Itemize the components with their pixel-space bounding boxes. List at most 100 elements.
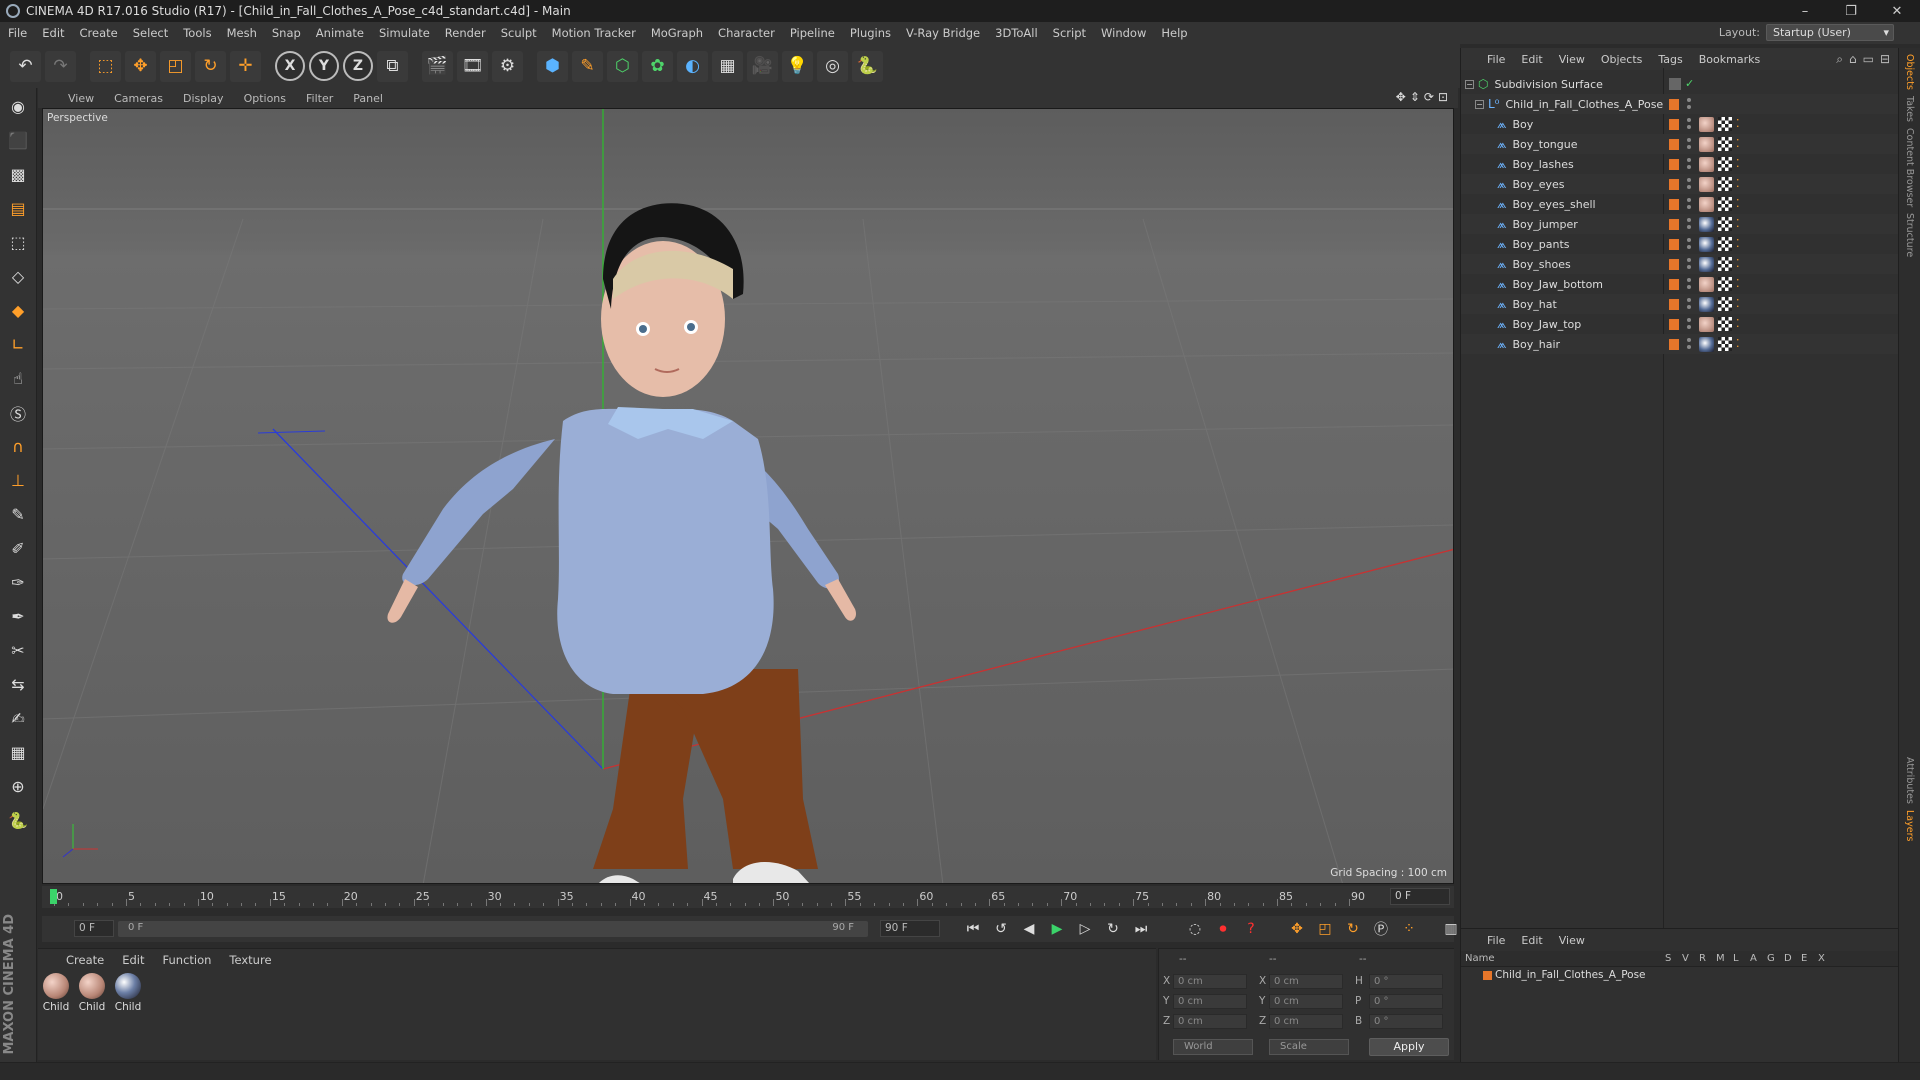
collapse-icon[interactable]: − [1465,79,1474,89]
uvw-tag-icon[interactable] [1718,257,1732,271]
layer-flag[interactable] [1669,179,1679,190]
playhead[interactable] [50,889,57,904]
material-swatch[interactable]: Child [78,973,106,1013]
object-menu-objects[interactable]: Objects [1601,53,1643,66]
object-menu-file[interactable]: File [1487,53,1505,66]
render-visibility-dot[interactable] [1687,105,1691,109]
menu-edit[interactable]: Edit [42,26,64,40]
render-visibility-dot[interactable] [1687,245,1691,249]
tab-objects[interactable]: Objects [1904,54,1915,90]
rotate-tool-icon[interactable]: ↻ [195,50,226,82]
knife-icon[interactable]: ✂ [3,635,34,666]
layer-flag[interactable] [1669,259,1679,270]
render-visibility-dot[interactable] [1687,165,1691,169]
tree-row-object[interactable]: ⩕ Boy_pants ⁚ [1461,234,1899,254]
points-mode-icon[interactable]: ⬚ [3,227,34,258]
autokeying-icon[interactable]: ? [1240,918,1262,940]
snap-icon[interactable]: Ⓢ [3,397,34,428]
tree-row-object[interactable]: ⩕ Boy_hair ⁚ [1461,334,1899,354]
tree-row-object[interactable]: ⩕ Boy_hat ⁚ [1461,294,1899,314]
layer-flag[interactable] [1669,99,1679,110]
record-active-objects-icon[interactable]: ⏺ [1212,918,1234,940]
column-expressions[interactable]: E [1801,953,1807,964]
material-tag-icon[interactable] [1699,236,1714,252]
tree-row-object[interactable]: ⩕ Boy_Jaw_top ⁚ [1461,314,1899,334]
material-menu-create[interactable]: Create [66,953,104,967]
menu-sculpt[interactable]: Sculpt [501,26,537,40]
collapse-icon[interactable]: − [1475,99,1484,109]
material-swatch[interactable]: Child [42,973,70,1013]
previous-key-icon[interactable]: ↺ [990,918,1012,940]
layer-color-swatch[interactable] [1483,971,1492,980]
camera-icon[interactable]: 🎥 [747,50,778,82]
key-rotation-icon[interactable]: ↻ [1342,918,1364,940]
editor-visibility-dot[interactable] [1687,238,1691,242]
tab-layers[interactable]: Layers [1904,810,1915,841]
spline-pen-icon[interactable]: ✎ [572,50,603,82]
tab-structure[interactable]: Structure [1904,213,1915,257]
rotation-p-field[interactable]: 0 ° [1369,994,1443,1009]
phong-tag-icon[interactable]: ⁚ [1736,237,1748,251]
polygons-mode-icon[interactable]: ◆ [3,295,34,326]
minimize-button[interactable]: – [1782,0,1828,22]
render-visibility-dot[interactable] [1687,185,1691,189]
column-animation[interactable]: A [1750,953,1757,964]
material-tag-icon[interactable] [1699,336,1714,352]
material-swatch[interactable]: Child [114,973,142,1013]
render-to-picture-viewer-icon[interactable]: 🎞 [457,50,488,82]
menu-simulate[interactable]: Simulate [379,26,430,40]
menu-mograph[interactable]: MoGraph [651,26,703,40]
y-axis-lock-button[interactable]: Y [309,51,339,81]
layer-menu-view[interactable]: View [1559,934,1585,947]
layer-flag[interactable] [1669,319,1679,330]
enabled-check-icon[interactable]: ✓ [1685,77,1694,90]
render-visibility-dot[interactable] [1687,125,1691,129]
phong-tag-icon[interactable]: ⁚ [1736,337,1748,351]
column-locked[interactable]: L [1733,953,1739,964]
smooth-brush-icon[interactable]: ✑ [3,567,34,598]
viewport-menu-cameras[interactable]: Cameras [114,92,163,105]
menu-file[interactable]: File [8,26,27,40]
column-render[interactable]: R [1699,953,1706,964]
position-y-field[interactable]: 0 cm [1173,994,1247,1009]
uvw-tag-icon[interactable] [1718,337,1732,351]
material-menu-texture[interactable]: Texture [229,953,271,967]
tree-row-object[interactable]: ⩕ Boy_eyes_shell ⁚ [1461,194,1899,214]
size-x-field[interactable]: 0 cm [1269,974,1343,989]
3d-viewport[interactable]: Perspective Grid Spacing : 100 cm [42,108,1454,884]
render-visibility-dot[interactable] [1687,225,1691,229]
next-key-icon[interactable]: ↻ [1102,918,1124,940]
zoom-icon[interactable]: ⇕ [1410,90,1420,104]
menu-window[interactable]: Window [1101,26,1146,40]
subdivision-surface-icon[interactable]: ⬡ [607,50,638,82]
material-tag-icon[interactable] [1699,256,1714,272]
undo-icon[interactable]: ↶ [10,50,41,82]
editor-visibility-dot[interactable] [1687,258,1691,262]
live-selection-icon[interactable]: ⬚ [90,50,121,82]
menu-animate[interactable]: Animate [316,26,364,40]
timeline-ruler[interactable]: 0 5 10 15 20 25 30 35 40 45 50 55 60 65 70 75 80 85 90 0 F [42,886,1454,908]
tab-takes[interactable]: Takes [1904,96,1915,122]
previous-frame-icon[interactable]: ◀ [1018,918,1040,940]
size-y-field[interactable]: 0 cm [1269,994,1343,1009]
make-editable-icon[interactable]: ◉ [3,91,34,122]
phong-tag-icon[interactable]: ⁚ [1736,177,1748,191]
redo-icon[interactable]: ↷ [45,50,76,82]
tree-row-root[interactable]: − ⬡ Subdivision Surface ✓ [1461,74,1899,94]
sketch-toon-icon[interactable]: ◎ [817,50,848,82]
start-frame-field[interactable]: 0 F [74,920,114,937]
coordinate-system-icon[interactable]: ⧉ [377,50,408,82]
uvw-tag-icon[interactable] [1718,297,1732,311]
tree-row-object[interactable]: ⩕ Boy_jumper ⁚ [1461,214,1899,234]
edges-mode-icon[interactable]: ◇ [3,261,34,292]
tweak-mode-icon[interactable]: ☝ [3,363,34,394]
scale-dropdown[interactable]: Scale [1269,1039,1349,1055]
move-tool-icon[interactable]: ✥ [125,50,156,82]
menu-snap[interactable]: Snap [272,26,301,40]
uvw-tag-icon[interactable] [1718,177,1732,191]
viewport-menu-panel[interactable]: Panel [353,92,383,105]
editor-visibility-dot[interactable] [1687,198,1691,202]
material-tag-icon[interactable] [1699,116,1714,132]
phong-tag-icon[interactable]: ⁚ [1736,317,1748,331]
home-icon[interactable]: ⌂ [1849,52,1857,67]
